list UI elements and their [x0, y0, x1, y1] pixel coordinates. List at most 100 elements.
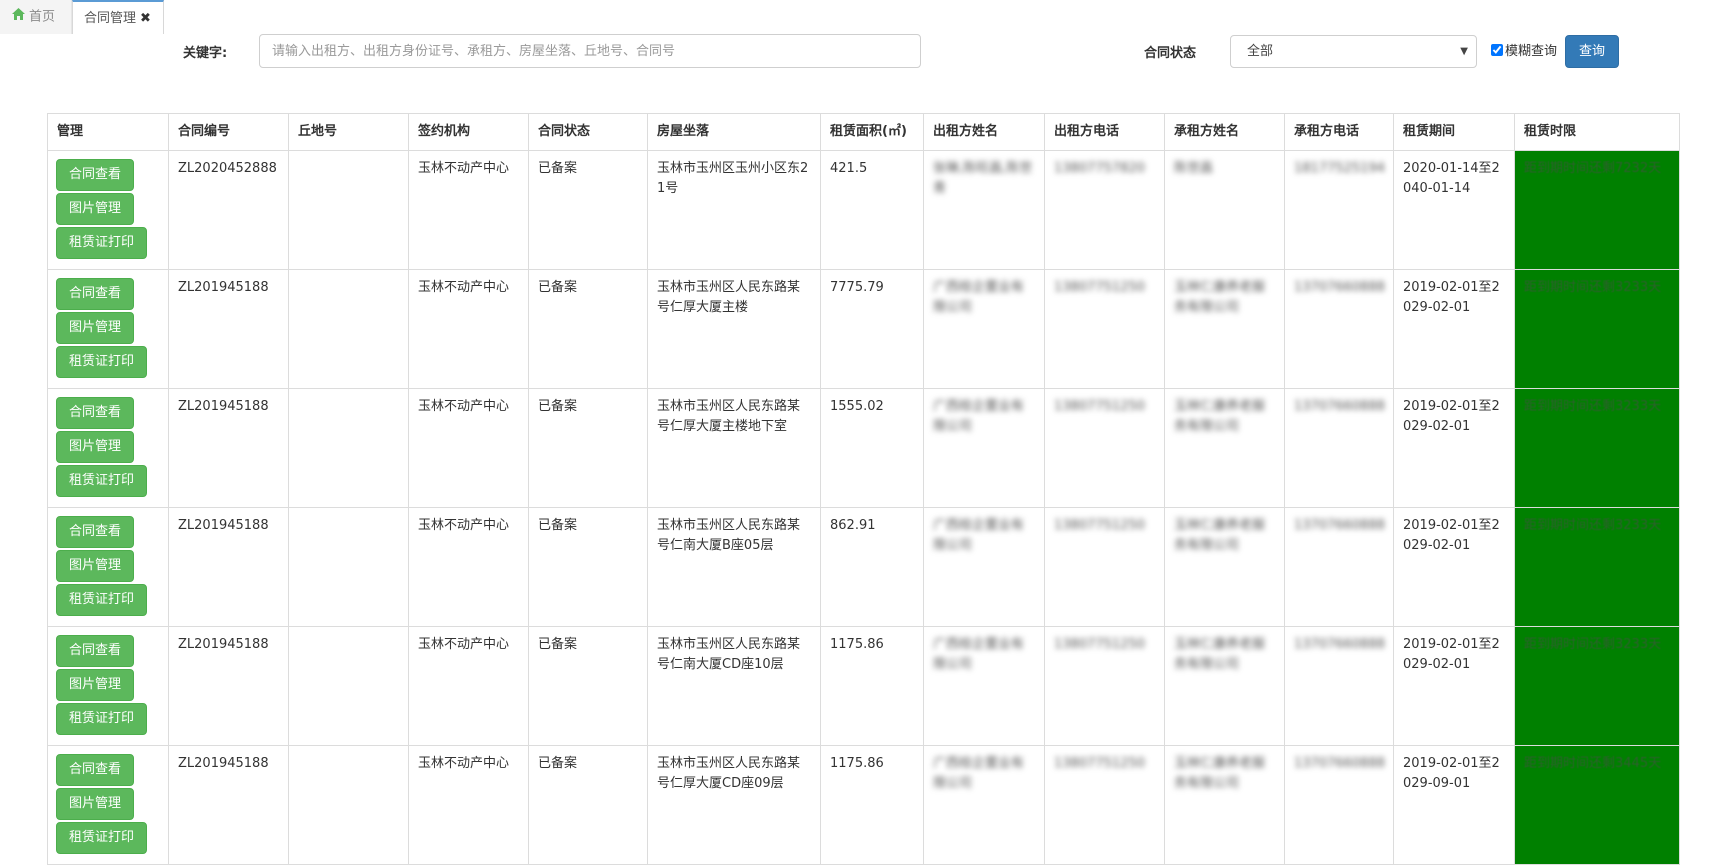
signing-org-cell-text: 玉林不动产中心	[418, 518, 510, 533]
home-icon	[12, 0, 25, 34]
lessee-name-cell-text: 玉林仁康养老服务有限公司	[1174, 399, 1266, 434]
tab-contract-management-label: 合同管理	[84, 11, 137, 26]
contract-no-cell-text: ZL201945188	[178, 518, 269, 533]
lessor-name-cell-text: 张琳,陈旺昌,陈世青	[933, 161, 1033, 196]
manage-cell: 合同查看 图片管理 租赁证打印	[47, 150, 169, 270]
manage-cell: 合同查看 图片管理 租赁证打印	[47, 507, 169, 627]
signing-org-cell: 玉林不动产中心	[408, 150, 529, 270]
manage-images-button[interactable]: 图片管理	[56, 550, 135, 582]
lessor-phone-cell: 13807751250	[1044, 388, 1165, 508]
lessee-phone-cell: 13707660888	[1284, 745, 1394, 865]
lease-area-cell-text: 1175.86	[830, 756, 884, 771]
query-button[interactable]: 查询	[1565, 35, 1619, 68]
column-header-lease-area: 租赁面积(㎡)	[820, 113, 924, 151]
view-contract-button[interactable]: 合同查看	[56, 754, 135, 786]
contract-status-cell-text: 已备案	[538, 161, 578, 176]
contract-status-cell: 已备案	[528, 150, 648, 270]
lease-area-cell: 862.91	[820, 507, 924, 627]
lease-period-cell-text: 2019-02-01至2029-09-01	[1403, 756, 1500, 791]
contract-no-cell-text: ZL201945188	[178, 637, 269, 652]
house-location-cell: 玉林市玉州区人民东路某号仁厚大厦主楼地下室	[647, 388, 821, 508]
print-lease-certificate-button[interactable]: 租赁证打印	[56, 822, 148, 854]
column-header-contract-no: 合同编号	[168, 113, 289, 151]
lease-term-cell-text: 距到期时间还剩3233天	[1524, 518, 1662, 533]
print-lease-certificate-button[interactable]: 租赁证打印	[56, 703, 148, 735]
print-lease-certificate-button[interactable]: 租赁证打印	[56, 584, 148, 616]
manage-images-button[interactable]: 图片管理	[56, 431, 135, 463]
lessor-phone-cell: 13807757820	[1044, 150, 1165, 270]
lessee-phone-cell-text: 18177525194	[1294, 161, 1385, 176]
signing-org-cell: 玉林不动产中心	[408, 626, 529, 746]
house-location-cell: 玉林市玉州区人民东路某号仁厚大厦CD座09层	[647, 745, 821, 865]
lease-term-cell: 距到期时间还剩3233天	[1514, 626, 1680, 746]
tab-bar: 首页 合同管理 ✖	[0, 0, 1718, 34]
view-contract-button[interactable]: 合同查看	[56, 278, 135, 310]
lessor-phone-cell: 13807751250	[1044, 626, 1165, 746]
column-header-house-location: 房屋坐落	[647, 113, 821, 151]
lease-period-cell: 2019-02-01至2029-02-01	[1393, 388, 1515, 508]
fuzzy-query-toggle[interactable]: 模糊查询	[1491, 40, 1557, 59]
lease-period-cell: 2020-01-14至2040-01-14	[1393, 150, 1515, 270]
view-contract-button[interactable]: 合同查看	[56, 516, 135, 548]
house-location-cell: 玉林市玉州区玉州小区东21号	[647, 150, 821, 270]
lessee-phone-cell-text: 13707660888	[1294, 518, 1385, 533]
lease-period-cell: 2019-02-01至2029-02-01	[1393, 626, 1515, 746]
lessor-phone-cell-text: 13807751250	[1054, 518, 1145, 533]
lease-period-cell: 2019-02-01至2029-02-01	[1393, 507, 1515, 627]
lessor-phone-cell-text: 13807751250	[1054, 637, 1145, 652]
fuzzy-query-label: 模糊查询	[1505, 44, 1558, 59]
lessee-phone-cell-text: 13707660888	[1294, 280, 1385, 295]
chevron-down-icon: ▼	[1460, 46, 1468, 57]
contract-status-select[interactable]: 全部 ▼	[1230, 35, 1477, 68]
manage-cell: 合同查看 图片管理 租赁证打印	[47, 626, 169, 746]
table-row: 合同查看 图片管理 租赁证打印 ZL2020452888 玉林不动产中心 已备案 玉林市玉州…	[47, 150, 1680, 270]
house-location-cell-text: 玉林市玉州区玉州小区东21号	[657, 161, 809, 196]
view-contract-button[interactable]: 合同查看	[56, 397, 135, 429]
print-lease-certificate-button[interactable]: 租赁证打印	[56, 227, 148, 259]
manage-images-button[interactable]: 图片管理	[56, 193, 135, 225]
view-contract-button[interactable]: 合同查看	[56, 159, 135, 191]
contract-no-cell: ZL201945188	[168, 626, 289, 746]
manage-cell: 合同查看 图片管理 租赁证打印	[47, 388, 169, 508]
house-location-cell: 玉林市玉州区人民东路某号仁南大厦CD座10层	[647, 626, 821, 746]
contract-status-cell-text: 已备案	[538, 518, 578, 533]
lessee-phone-cell-text: 13707660888	[1294, 756, 1385, 771]
tab-contract-management[interactable]: 合同管理 ✖	[72, 0, 164, 34]
lease-term-cell: 距到期时间还剩7232天	[1514, 150, 1680, 270]
contract-no-cell: ZL201945188	[168, 388, 289, 508]
parcel-no-cell	[288, 269, 409, 389]
lessor-name-cell-text: 广西桂企置业有限公司	[933, 399, 1025, 434]
contract-status-cell-text: 已备案	[538, 280, 578, 295]
lessor-phone-cell: 13807751250	[1044, 745, 1165, 865]
keyword-search-input[interactable]	[259, 34, 921, 68]
lease-area-cell: 421.5	[820, 150, 924, 270]
column-header-parcel-no: 丘地号	[288, 113, 409, 151]
keyword-label: 关键字:	[183, 46, 228, 61]
parcel-no-cell	[288, 150, 409, 270]
lessor-name-cell-text: 广西桂企置业有限公司	[933, 756, 1025, 791]
lease-area-cell: 7775.79	[820, 269, 924, 389]
signing-org-cell-text: 玉林不动产中心	[418, 161, 510, 176]
lessor-phone-cell: 13807751250	[1044, 507, 1165, 627]
print-lease-certificate-button[interactable]: 租赁证打印	[56, 346, 148, 378]
print-lease-certificate-button[interactable]: 租赁证打印	[56, 465, 148, 497]
contract-no-cell-text: ZL201945188	[178, 756, 269, 771]
parcel-no-cell	[288, 507, 409, 627]
manage-images-button[interactable]: 图片管理	[56, 788, 135, 820]
contract-no-cell: ZL2020452888	[168, 150, 289, 270]
tab-home[interactable]: 首页	[0, 0, 72, 34]
lessor-phone-cell-text: 13807751250	[1054, 280, 1145, 295]
manage-images-button[interactable]: 图片管理	[56, 669, 135, 701]
lease-period-cell-text: 2019-02-01至2029-02-01	[1403, 637, 1500, 672]
view-contract-button[interactable]: 合同查看	[56, 635, 135, 667]
manage-images-button[interactable]: 图片管理	[56, 312, 135, 344]
close-icon[interactable]: ✖	[140, 11, 151, 26]
table-row: 合同查看 图片管理 租赁证打印 ZL201945188 玉林不动产中心 已备案 玉林市玉州区…	[47, 626, 1680, 746]
lease-term-cell-text: 距到期时间还剩3233天	[1524, 399, 1662, 414]
house-location-cell-text: 玉林市玉州区人民东路某号仁南大厦B座05层	[657, 518, 801, 553]
lessee-name-cell: 玉林仁康养老服务有限公司	[1164, 745, 1285, 865]
lessor-phone-cell-text: 13807751250	[1054, 399, 1145, 414]
table-row: 合同查看 图片管理 租赁证打印 ZL201945188 玉林不动产中心 已备案 玉林市玉州区…	[47, 269, 1680, 389]
parcel-no-cell	[288, 745, 409, 865]
fuzzy-query-checkbox[interactable]	[1491, 43, 1503, 56]
